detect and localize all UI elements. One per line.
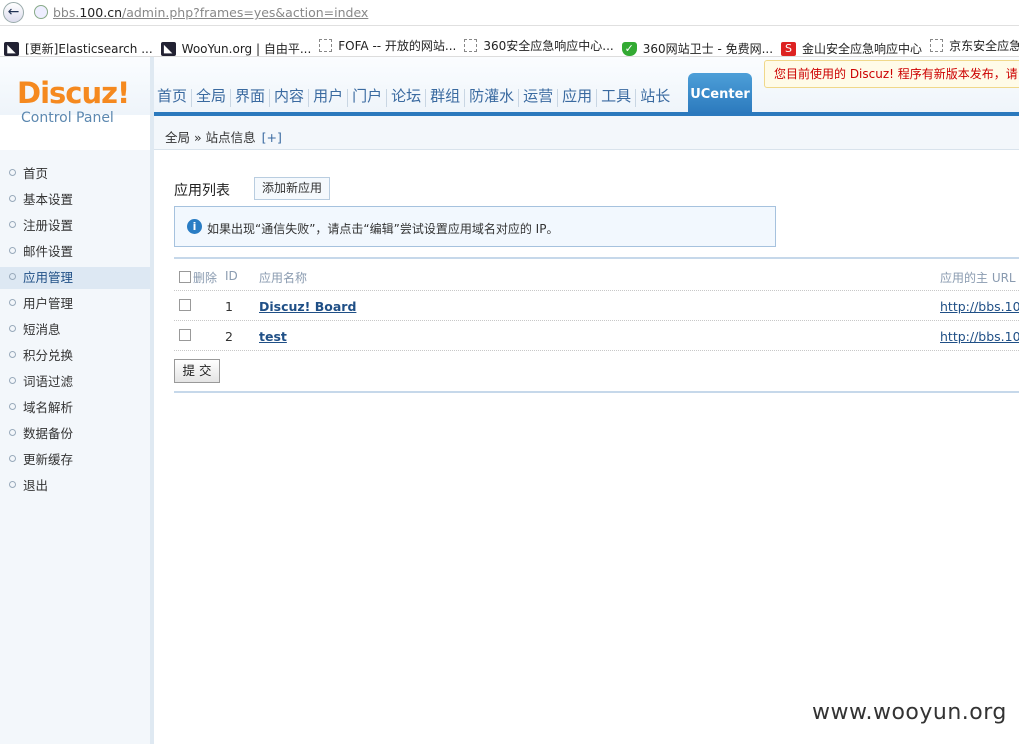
- bookmark-label: [更新]Elasticsearch ...: [25, 42, 153, 56]
- table-header: 删除 ID 应用名称 应用的主 URL: [174, 263, 1019, 291]
- control-panel-label: Control Panel: [21, 110, 114, 126]
- nav-item[interactable]: 界面: [233, 86, 267, 106]
- bookmark-item[interactable]: S 金山安全应急响应中心: [777, 37, 923, 56]
- nav-separator: [347, 88, 349, 107]
- row-id: 1: [225, 299, 233, 314]
- page-title: 应用列表: [174, 183, 230, 199]
- discuz-logo: Discuz!: [17, 76, 130, 110]
- sidebar-item[interactable]: 邮件设置: [0, 241, 150, 263]
- breadcrumb-bar: [154, 116, 1019, 150]
- sidebar-item[interactable]: 基本设置: [0, 189, 150, 211]
- url-field[interactable]: bbs.100.cn/admin.php?frames=yes&action=i…: [53, 5, 368, 20]
- table-row: 1 Discuz! Board http://bbs.10: [174, 291, 1019, 321]
- sidebar-item[interactable]: 注册设置: [0, 215, 150, 237]
- nav-item[interactable]: 应用: [560, 86, 594, 106]
- sidebar-item[interactable]: 积分兑换: [0, 345, 150, 367]
- nav-separator: [230, 88, 232, 107]
- tip-text: 如果出现“通信失败”，请点击“编辑”尝试设置应用域名对应的 IP。: [207, 222, 559, 236]
- sidebar: [0, 150, 154, 744]
- header-url: 应用的主 URL: [940, 271, 1016, 285]
- nav-item[interactable]: 群组: [428, 86, 462, 106]
- sidebar-item[interactable]: 短消息: [0, 319, 150, 341]
- table-top-border: [174, 257, 1019, 259]
- bookmark-item[interactable]: ◣ WooYun.org | 自由平...: [157, 37, 312, 56]
- info-tip: i 如果出现“通信失败”，请点击“编辑”尝试设置应用域名对应的 IP。: [174, 206, 776, 247]
- nav-separator: [308, 88, 310, 107]
- nav-item[interactable]: 防灌水: [467, 86, 516, 106]
- nav-item[interactable]: 用户: [311, 86, 345, 106]
- bookmark-item[interactable]: ✓ 360网站卫士 - 免费网...: [618, 37, 774, 56]
- bookmark-item[interactable]: 360安全应急响应中心...: [460, 33, 614, 56]
- nav-separator: [518, 88, 520, 107]
- bookmark-dark-icon: ◣: [160, 41, 176, 56]
- bookmark-label: 京东安全应急: [949, 38, 1019, 53]
- nav-item[interactable]: 全局: [194, 86, 228, 106]
- nav-item[interactable]: 站长: [638, 86, 672, 106]
- submit-button[interactable]: 提 交: [174, 359, 220, 383]
- sidebar-item[interactable]: 数据备份: [0, 423, 150, 445]
- nav-item[interactable]: 运营: [521, 86, 555, 106]
- breadcrumb-add-link[interactable]: [+]: [262, 130, 282, 145]
- nav-item[interactable]: 门户: [350, 86, 384, 106]
- bookmark-item[interactable]: 京东安全应急: [926, 33, 1019, 56]
- nav-item[interactable]: 内容: [272, 86, 306, 106]
- sidebar-item[interactable]: 域名解析: [0, 397, 150, 419]
- bookmark-label: 金山安全应急响应中心: [802, 42, 923, 56]
- bookmark-dash-icon: [319, 38, 333, 52]
- add-app-button[interactable]: 添加新应用: [254, 177, 330, 200]
- row-url-link[interactable]: http://bbs.10: [940, 329, 1019, 344]
- tab-ucenter[interactable]: UCenter: [688, 73, 752, 114]
- sidebar-item[interactable]: 退出: [0, 475, 150, 497]
- header-name: 应用名称: [259, 271, 308, 285]
- top-nav: 首页 全局 界面 内容 用户 门户 论坛 群组 防灌水 运营 应用 工具 站长: [155, 86, 672, 108]
- bookmark-red-icon: S: [781, 41, 797, 56]
- bookmark-label: WooYun.org | 自由平...: [181, 42, 312, 56]
- breadcrumb-path[interactable]: 全局 » 站点信息: [165, 130, 256, 145]
- nav-item[interactable]: 论坛: [389, 86, 423, 106]
- nav-item[interactable]: 首页: [155, 86, 189, 106]
- nav-separator: [425, 88, 427, 107]
- bookmark-label: 360安全应急响应中心...: [483, 38, 614, 53]
- bookmark-shield-icon: ✓: [621, 41, 637, 56]
- bookmark-dash-icon: [464, 38, 478, 52]
- bookmark-item[interactable]: ◣ [更新]Elasticsearch ...: [0, 37, 153, 56]
- breadcrumb: 全局 » 站点信息 [+]: [165, 127, 282, 146]
- row-url-link[interactable]: http://bbs.10: [940, 299, 1019, 314]
- nav-separator: [596, 88, 598, 107]
- sidebar-item[interactable]: 应用管理: [0, 267, 150, 289]
- bookmark-item[interactable]: FOFA -- 开放的网站...: [315, 33, 457, 56]
- row-app-name-link[interactable]: Discuz! Board: [259, 299, 356, 314]
- row-delete-checkbox[interactable]: [179, 299, 191, 311]
- globe-icon: [34, 5, 48, 19]
- nav-separator: [635, 88, 637, 107]
- sidebar-item[interactable]: 首页: [0, 163, 150, 185]
- bookmark-label: FOFA -- 开放的网站...: [338, 38, 457, 53]
- nav-separator: [269, 88, 271, 107]
- nav-separator: [191, 88, 193, 107]
- nav-separator: [557, 88, 559, 107]
- select-all-checkbox[interactable]: [179, 271, 191, 283]
- sidebar-item[interactable]: 用户管理: [0, 293, 150, 315]
- table-bottom-border: [174, 391, 1019, 393]
- sidebar-item[interactable]: 词语过滤: [0, 371, 150, 393]
- table-row: 2 test http://bbs.10: [174, 321, 1019, 351]
- nav-separator: [386, 88, 388, 107]
- info-icon: i: [187, 219, 202, 234]
- sidebar-item[interactable]: 更新缓存: [0, 449, 150, 471]
- address-bar: ← bbs.100.cn/admin.php?frames=yes&action…: [0, 0, 1019, 26]
- bookmark-dark-icon: ◣: [4, 41, 19, 56]
- bookmark-dash-icon: [930, 38, 944, 52]
- bookmarks-bar: ◣ [更新]Elasticsearch ... ◣ WooYun.org | 自由平.…: [0, 33, 1019, 57]
- nav-item[interactable]: 工具: [599, 86, 633, 106]
- nav-separator: [464, 88, 466, 107]
- watermark: www.wooyun.org: [812, 700, 1007, 725]
- back-arrow-icon[interactable]: ←: [3, 2, 24, 23]
- bookmark-label: 360网站卫士 - 免费网...: [642, 42, 774, 56]
- header-delete: 删除: [193, 271, 218, 285]
- update-notice[interactable]: 您目前使用的 Discuz! 程序有新版本发布，请: [764, 60, 1019, 88]
- row-delete-checkbox[interactable]: [179, 329, 191, 341]
- row-id: 2: [225, 329, 233, 344]
- row-app-name-link[interactable]: test: [259, 329, 287, 344]
- header-id: ID: [225, 269, 238, 283]
